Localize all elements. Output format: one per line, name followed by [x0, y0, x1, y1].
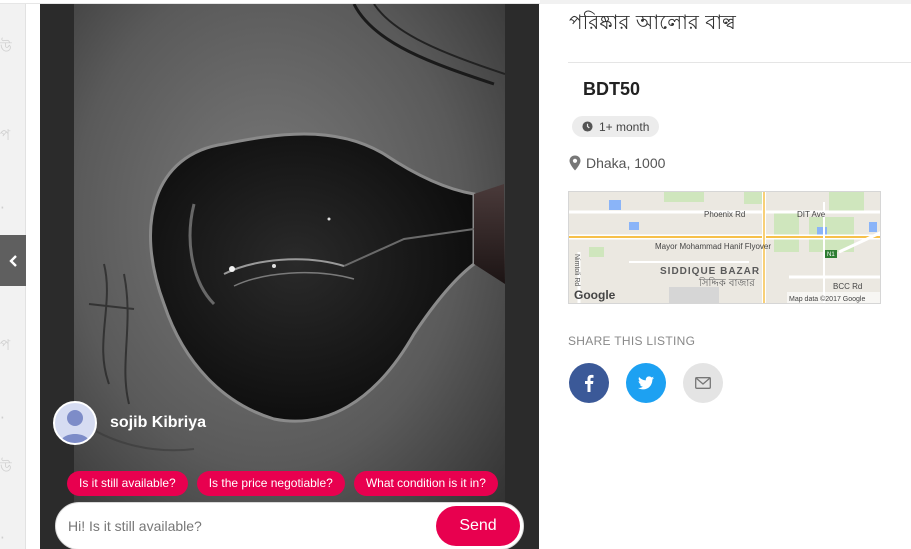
email-icon: [695, 377, 711, 389]
google-logo: Google: [574, 288, 616, 302]
faded-text: ·: [0, 529, 5, 547]
faded-text: উ: [0, 458, 12, 476]
send-button[interactable]: Send: [436, 506, 520, 546]
faded-text: প: [0, 126, 11, 144]
clock-icon: [582, 121, 593, 132]
location[interactable]: Dhaka, 1000: [569, 155, 665, 171]
listing-photo[interactable]: [74, 4, 505, 549]
header-strip: [540, 0, 911, 4]
share-facebook-button[interactable]: [569, 363, 609, 403]
divider: [568, 62, 911, 63]
photo-gallery[interactable]: sojib Kibriya Is it still available? Is …: [40, 4, 539, 549]
faded-text: ·: [0, 409, 5, 427]
map-area-label: SIDDIQUE BAZAR: [660, 266, 760, 277]
quick-replies: Is it still available? Is the price nego…: [67, 471, 507, 496]
map-road-label: Phoenix Rd: [704, 210, 745, 219]
location-map[interactable]: Phoenix Rd DIT Ave Mayor Mohammad Hanif …: [568, 191, 881, 304]
map-road-label: N1: [827, 252, 835, 258]
message-box: Send: [55, 502, 524, 549]
faded-text: ·: [0, 199, 5, 217]
faded-text: উ: [0, 38, 12, 56]
map-attribution: Map data ©2017 Google: [789, 295, 865, 303]
share-title: SHARE THIS LISTING: [568, 334, 696, 348]
map-pin-icon: [569, 155, 581, 171]
age-badge: 1+ month: [572, 116, 660, 137]
seller-info[interactable]: sojib Kibriya: [53, 401, 206, 445]
facebook-icon: [585, 374, 594, 392]
map-road-label: Nimtoli Rd: [573, 254, 580, 286]
share-email-button[interactable]: [683, 363, 723, 403]
listing-page: উ প · প · উ · sojib Kibriya Is it still …: [0, 0, 911, 549]
avatar[interactable]: [53, 401, 97, 445]
share-twitter-button[interactable]: [626, 363, 666, 403]
quick-reply-negotiable[interactable]: Is the price negotiable?: [196, 471, 345, 496]
map-image: Phoenix Rd DIT Ave Mayor Mohammad Hanif …: [569, 192, 880, 303]
chevron-left-icon: [9, 254, 17, 267]
quick-reply-available[interactable]: Is it still available?: [67, 471, 188, 496]
map-area-label-local: সিদ্দিক বাজার: [698, 277, 755, 289]
seller-name[interactable]: sojib Kibriya: [110, 414, 206, 432]
twitter-icon: [638, 376, 654, 390]
map-road-label: DIT Ave: [797, 210, 826, 219]
faded-text: প: [0, 336, 11, 354]
age-text: 1+ month: [599, 119, 650, 134]
map-road-label: BCC Rd: [833, 282, 862, 291]
light-bulb-photo: [74, 4, 505, 549]
location-text: Dhaka, 1000: [586, 155, 666, 171]
listing-price: BDT50: [583, 79, 641, 99]
message-input[interactable]: [68, 511, 418, 541]
listing-title: পরিষ্কার আলোর বাল্ব: [569, 10, 736, 34]
quick-reply-condition[interactable]: What condition is it in?: [353, 471, 498, 496]
previous-listing-button[interactable]: [0, 235, 26, 286]
user-icon: [60, 410, 90, 443]
map-road-label: Mayor Mohammad Hanif Flyover: [655, 242, 771, 251]
